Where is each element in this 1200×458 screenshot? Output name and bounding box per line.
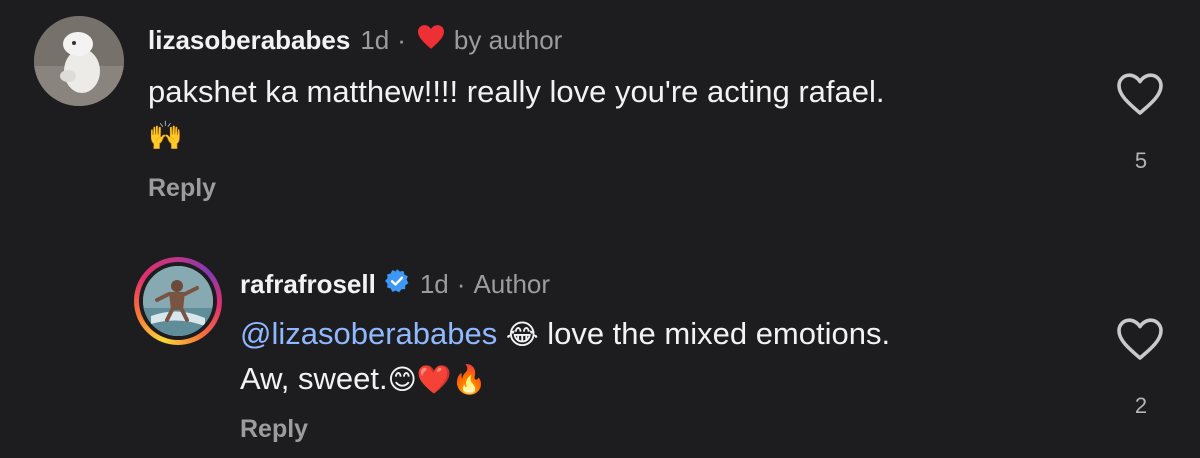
avatar-surfer-image — [143, 266, 213, 336]
story-ring[interactable] — [134, 257, 222, 345]
verified-badge-icon — [384, 268, 410, 301]
comment-text-line: pakshet ka matthew!!!! really love you'r… — [148, 74, 885, 109]
avatar-dog-image — [34, 16, 124, 106]
heart-outline-icon[interactable] — [1116, 317, 1164, 366]
comment-text-segment: Aw, sweet. — [240, 361, 388, 396]
comment: lizasoberababes 1d · by author pakshet k… — [0, 0, 1200, 230]
comment-text: pakshet ka matthew!!!! really love you'r… — [148, 70, 885, 158]
comment-reply: rafrafrosell 1d · Author @lizasoberababe… — [0, 235, 1200, 458]
timestamp: 1d — [360, 25, 390, 55]
avatar[interactable] — [34, 16, 124, 106]
separator: · — [456, 269, 466, 299]
username[interactable]: rafrafrosell — [240, 269, 376, 300]
separator: · — [397, 25, 406, 55]
comment-text: @lizasoberababes 😂 love the mixed emotio… — [240, 312, 890, 402]
comment-text-segment: love the mixed emotions. — [547, 316, 891, 351]
emoji-group: 😊❤️🔥 — [387, 364, 487, 395]
heart-outline-icon[interactable] — [1116, 72, 1164, 121]
comment-text-line: Aw, sweet.😊❤️🔥 — [240, 357, 890, 402]
comment-emoji: 🙌 — [148, 120, 183, 151]
reply-button[interactable]: Reply — [240, 415, 308, 444]
like-count: 5 — [1134, 148, 1148, 173]
mention-link[interactable]: @lizasoberababes — [240, 316, 497, 351]
comment-header: lizasoberababes 1d · by author — [148, 24, 562, 57]
author-label: Author — [473, 269, 551, 299]
comment-header: rafrafrosell 1d · Author — [240, 268, 550, 301]
laughing-emoji: 😂 — [505, 319, 539, 350]
liked-by-author-label: by author — [453, 25, 563, 55]
comment-text-line: @lizasoberababes 😂 love the mixed emotio… — [240, 312, 890, 357]
reply-button[interactable]: Reply — [148, 174, 216, 203]
timestamp: 1d — [419, 269, 449, 299]
avatar — [143, 266, 213, 336]
like-count: 2 — [1134, 393, 1148, 418]
red-heart-icon — [416, 24, 446, 57]
username[interactable]: lizasoberababes — [148, 25, 350, 56]
